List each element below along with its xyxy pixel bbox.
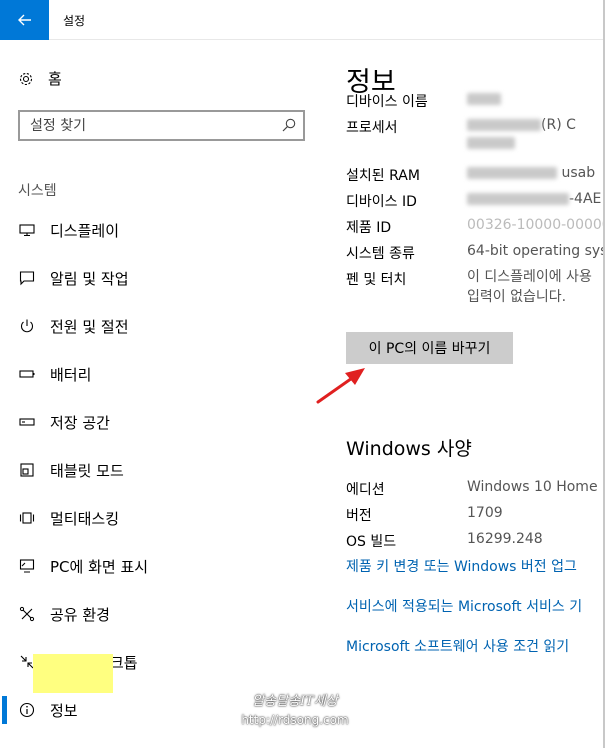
watermark: 알송달송IT세상 http://rdsong.com: [230, 690, 360, 734]
sidebar-item-label: 정보: [50, 701, 78, 720]
search-icon[interactable]: [281, 117, 297, 133]
project-icon: [18, 557, 36, 575]
sidebar-item-label: 태블릿 모드: [50, 461, 124, 480]
build-value: 16299.248: [467, 531, 543, 547]
annotation-arrow-icon: [316, 368, 365, 404]
system-type-value: 64-bit operating sys: [467, 243, 603, 259]
sidebar: 홈 시스템 디스플레이 알림 및 작업: [0, 40, 320, 748]
version-label: 버전: [346, 508, 372, 524]
sidebar-item-label: 배터리: [50, 365, 92, 384]
watermark-url: http://rdsong.com: [241, 713, 349, 727]
device-name-row: 디바이스 이름: [346, 88, 603, 114]
notification-icon: [18, 269, 36, 287]
section-heading: 시스템: [18, 183, 57, 199]
sidebar-item-label: 저장 공간: [50, 413, 110, 432]
service-agreement-link[interactable]: 서비스에 적용되는 Microsoft 서비스 기: [346, 596, 582, 616]
display-icon: [18, 221, 36, 239]
sidebar-item-label: 알림 및 작업: [50, 269, 129, 288]
search-input[interactable]: [20, 112, 275, 139]
version-value: 1709: [467, 505, 503, 521]
back-arrow-icon: [17, 14, 31, 26]
system-type-row: 시스템 종류 64-bit operating sys: [346, 240, 603, 266]
sidebar-item-battery[interactable]: 배터리: [0, 350, 320, 398]
processor-label: 프로세서: [346, 120, 398, 136]
watermark-title: 알송달송IT세상: [252, 694, 338, 709]
tablet-icon: [18, 461, 36, 479]
windows-spec-title: Windows 사양: [346, 438, 472, 460]
sidebar-item-storage[interactable]: 저장 공간: [0, 398, 320, 446]
ram-row: 설치된 RAM usab: [346, 162, 603, 188]
window-title: 설정: [63, 14, 86, 28]
selection-indicator: [2, 696, 7, 724]
power-icon: [18, 317, 36, 335]
ram-label: 설치된 RAM: [346, 168, 420, 184]
edition-row: 에디션 Windows 10 Home: [346, 476, 603, 502]
pen-touch-value: 이 디스플레이에 사용 입력이 없습니다.: [467, 269, 592, 305]
sidebar-item-display[interactable]: 디스플레이: [0, 206, 320, 254]
home-link[interactable]: 홈: [18, 68, 62, 89]
info-icon: [18, 701, 36, 719]
device-info: 디바이스 이름 프로세서 (R) C 설치된 RAM usab 디바이스 ID …: [346, 93, 603, 310]
gear-icon: [19, 72, 33, 85]
sidebar-item-label: PC에 화면 표시: [50, 557, 149, 576]
pen-touch-row: 펜 및 터치 이 디스플레이에 사용 입력이 없습니다.: [346, 266, 603, 310]
device-name-label: 디바이스 이름: [346, 94, 428, 110]
sidebar-item-power[interactable]: 전원 및 절전: [0, 302, 320, 350]
sidebar-item-label: 공유 환경: [50, 605, 110, 624]
pen-touch-label: 펜 및 터치: [346, 272, 407, 288]
windows-spec: 에디션 Windows 10 Home 버전 1709 OS 빌드 16299.…: [346, 476, 603, 554]
processor-row: 프로세서 (R) C: [346, 114, 603, 162]
device-id-value: -4AE: [467, 191, 601, 207]
storage-icon: [18, 413, 36, 431]
highlight-marker: [33, 654, 113, 693]
home-label: 홈: [48, 70, 62, 88]
settings-window: 설정 홈 시스템 디스플레이: [0, 0, 605, 748]
product-id-row: 제품 ID 00326-10000-00000: [346, 214, 603, 240]
product-id-label: 제품 ID: [346, 220, 392, 236]
build-row: OS 빌드 16299.248: [346, 528, 603, 554]
device-id-label: 디바이스 ID: [346, 194, 417, 210]
battery-icon: [18, 365, 36, 383]
ram-value: usab: [467, 165, 595, 181]
sidebar-item-notifications[interactable]: 알림 및 작업: [0, 254, 320, 302]
product-key-link[interactable]: 제품 키 변경 또는 Windows 버전 업그: [346, 556, 577, 576]
multitasking-icon: [18, 509, 36, 527]
sidebar-item-project[interactable]: PC에 화면 표시: [0, 542, 320, 590]
processor-value: (R) C: [467, 117, 576, 149]
main-content: 정보 디바이스 이름 프로세서 (R) C 설치된 RAM usab 디바이스 …: [346, 40, 603, 748]
edition-label: 에디션: [346, 482, 385, 498]
product-id-value: 00326-10000-00000: [467, 217, 603, 233]
sidebar-item-shared[interactable]: 공유 환경: [0, 590, 320, 638]
title-bar: 설정: [0, 0, 603, 40]
back-button[interactable]: [0, 0, 49, 40]
device-id-row: 디바이스 ID -4AE: [346, 188, 603, 214]
system-type-label: 시스템 종류: [346, 246, 415, 262]
license-terms-link[interactable]: Microsoft 소프트웨어 사용 조건 읽기: [346, 636, 569, 656]
edition-value: Windows 10 Home: [467, 479, 598, 495]
sidebar-item-label: 멀티태스킹: [50, 509, 120, 528]
sidebar-item-tablet[interactable]: 태블릿 모드: [0, 446, 320, 494]
version-row: 버전 1709: [346, 502, 603, 528]
search-box: [18, 110, 305, 141]
build-label: OS 빌드: [346, 534, 397, 550]
sidebar-item-label: 디스플레이: [50, 221, 120, 240]
sidebar-item-multitasking[interactable]: 멀티태스킹: [0, 494, 320, 542]
sidebar-item-label: 전원 및 절전: [50, 317, 129, 336]
shared-icon: [18, 605, 36, 623]
device-name-value: [467, 91, 501, 107]
